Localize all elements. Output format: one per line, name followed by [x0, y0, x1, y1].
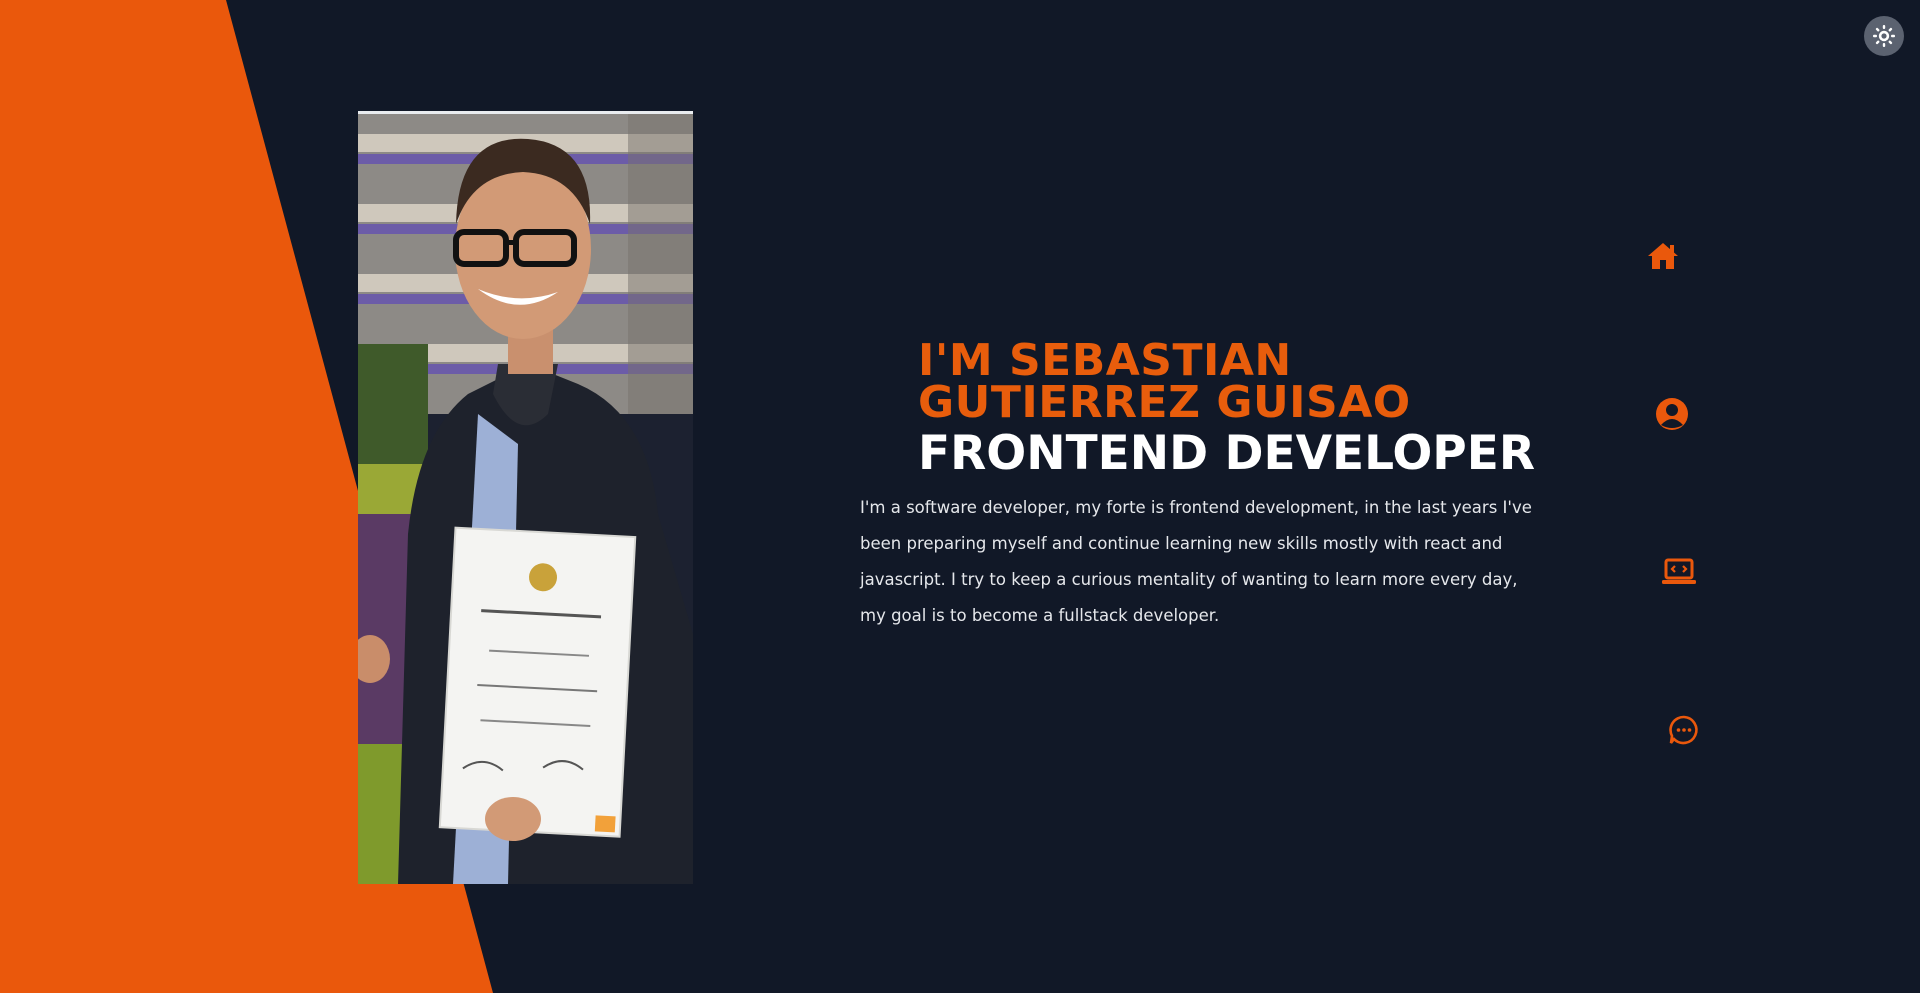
nav-item-about[interactable]: [1652, 394, 1692, 434]
hero-section: I'M SEBASTIAN GUTIERREZ GUISAO FRONTEND …: [860, 335, 1540, 634]
hero-name: I'M SEBASTIAN GUTIERREZ GUISAO: [918, 335, 1411, 428]
profile-photo: [358, 111, 693, 884]
nav-item-home[interactable]: [1643, 236, 1683, 276]
hero-bio: I'm a software developer, my forte is fr…: [860, 498, 1532, 625]
nav-item-projects[interactable]: [1659, 552, 1699, 592]
hero-heading: I'M SEBASTIAN GUTIERREZ GUISAO FRONTEND …: [918, 335, 1540, 481]
home-icon: [1648, 243, 1678, 269]
theme-toggle-button[interactable]: [1864, 16, 1904, 56]
chat-bubble-icon: [1669, 715, 1698, 745]
laptop-code-icon: [1662, 558, 1696, 584]
hero-role: FRONTEND DEVELOPER: [918, 426, 1536, 481]
sun-icon: [1873, 25, 1895, 47]
user-circle-icon: [1656, 398, 1688, 430]
nav-item-contact[interactable]: [1664, 710, 1704, 750]
side-navigation: [1640, 236, 1730, 756]
